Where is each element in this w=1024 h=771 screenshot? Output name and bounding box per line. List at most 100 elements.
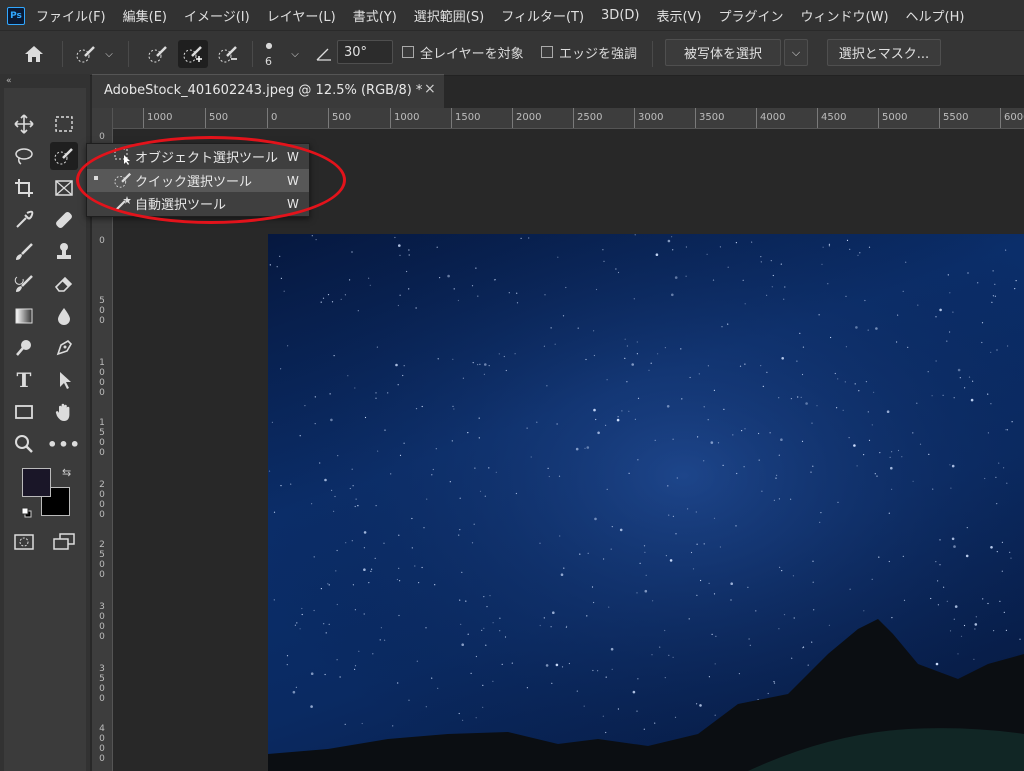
rectangle-tool-icon[interactable] — [10, 398, 38, 426]
star — [675, 533, 677, 535]
tool-preset-chevron-icon[interactable]: ⌵ — [102, 45, 116, 63]
star — [668, 654, 670, 656]
foreground-color-swatch[interactable] — [22, 468, 51, 497]
star — [812, 465, 814, 467]
home-icon[interactable] — [20, 41, 48, 67]
new-selection-icon[interactable] — [143, 40, 173, 68]
star — [352, 584, 354, 586]
star — [579, 553, 581, 555]
collapse-toolbar-icon[interactable]: « — [6, 76, 12, 86]
add-to-selection-icon[interactable] — [178, 40, 208, 68]
star — [333, 510, 335, 512]
select-subject-dropdown-icon[interactable]: ⌵ — [784, 39, 808, 66]
horizontal-ruler[interactable]: 1000 500 0 500 1000 1500 2000 2500 3000 … — [112, 108, 1024, 129]
brush-chevron-icon[interactable]: ⌵ — [288, 45, 302, 63]
move-tool-icon[interactable] — [10, 110, 38, 138]
star — [498, 353, 500, 355]
menu-type[interactable]: 書式(Y) — [353, 6, 397, 25]
marquee-tool-icon[interactable] — [50, 110, 78, 138]
eraser-tool-icon[interactable] — [50, 270, 78, 298]
more-tools-icon[interactable]: ••• — [47, 430, 80, 458]
star — [902, 555, 904, 557]
screen-mode-icon[interactable] — [50, 528, 78, 556]
menu-window[interactable]: ウィンドウ(W) — [801, 6, 889, 25]
star — [539, 542, 541, 544]
history-brush-tool-icon[interactable] — [10, 270, 38, 298]
menu-image[interactable]: イメージ(I) — [184, 6, 250, 25]
angle-input[interactable]: 30° — [337, 40, 393, 64]
star — [964, 387, 966, 389]
enhance-edge-checkbox[interactable] — [541, 46, 553, 58]
menu-help[interactable]: ヘルプ(H) — [906, 6, 965, 25]
star — [556, 423, 558, 425]
star — [1006, 482, 1008, 484]
hand-tool-icon[interactable] — [50, 398, 78, 426]
menu-bar: Ps ファイル(F) 編集(E) イメージ(I) レイヤー(L) 書式(Y) 選… — [0, 0, 1024, 30]
star — [363, 531, 367, 534]
default-colors-icon[interactable] — [21, 507, 32, 518]
star — [320, 301, 322, 303]
star — [905, 261, 907, 263]
star — [697, 436, 699, 438]
swap-colors-icon[interactable]: ⇆ — [62, 466, 71, 479]
star — [481, 629, 483, 631]
menu-3d[interactable]: 3D(D) — [601, 8, 639, 23]
type-tool-icon[interactable]: T — [10, 366, 38, 394]
quick-mask-icon[interactable] — [10, 528, 38, 556]
blur-tool-icon[interactable] — [50, 302, 78, 330]
subtract-from-selection-icon[interactable] — [213, 40, 243, 68]
menu-edit[interactable]: 編集(E) — [123, 6, 167, 25]
star — [935, 360, 937, 362]
star — [960, 635, 963, 637]
star — [644, 551, 646, 553]
pen-tool-icon[interactable] — [50, 334, 78, 362]
crop-tool-icon[interactable] — [10, 174, 38, 202]
menu-filter[interactable]: フィルター(T) — [501, 6, 584, 25]
star — [602, 249, 604, 251]
menu-select[interactable]: 選択範囲(S) — [414, 6, 484, 25]
brush-size-value[interactable]: 6 — [265, 55, 272, 68]
star — [477, 295, 479, 297]
document-image[interactable] — [268, 234, 1024, 771]
menu-view[interactable]: 表示(V) — [656, 6, 701, 25]
gradient-tool-icon[interactable] — [10, 302, 38, 330]
brush-dot-icon[interactable]: ● — [262, 39, 276, 51]
star — [323, 623, 325, 625]
lasso-tool-icon[interactable] — [10, 142, 38, 170]
star — [334, 495, 336, 498]
star — [669, 559, 673, 562]
star — [668, 514, 670, 516]
sample-all-layers-checkbox[interactable] — [402, 46, 414, 58]
clone-stamp-tool-icon[interactable] — [50, 238, 78, 266]
tool-preset-icon[interactable] — [72, 41, 100, 67]
star — [998, 462, 1000, 464]
eyedropper-tool-icon[interactable] — [10, 206, 38, 234]
close-tab-icon[interactable]: × — [424, 81, 436, 97]
frame-tool-icon[interactable] — [50, 174, 78, 202]
document-tab-title[interactable]: AdobeStock_401602243.jpeg @ 12.5% (RGB/8… — [104, 83, 422, 98]
star — [1006, 429, 1009, 431]
menu-layer[interactable]: レイヤー(L) — [267, 6, 336, 25]
select-subject-button[interactable]: 被写体を選択 — [665, 39, 781, 66]
star — [807, 664, 809, 666]
star — [873, 391, 875, 393]
dodge-tool-icon[interactable] — [10, 334, 38, 362]
zoom-tool-icon[interactable] — [10, 430, 38, 458]
star — [992, 295, 995, 297]
menu-plugins[interactable]: プラグイン — [719, 6, 784, 25]
star — [939, 539, 941, 541]
star — [652, 600, 654, 602]
star — [758, 459, 760, 461]
star — [714, 663, 716, 665]
star — [462, 719, 464, 721]
menu-file[interactable]: ファイル(F) — [36, 6, 106, 25]
star — [778, 397, 780, 399]
star — [801, 373, 804, 376]
path-selection-tool-icon[interactable] — [50, 366, 78, 394]
select-and-mask-button[interactable]: 選択とマスク... — [827, 39, 941, 66]
brush-tool-icon[interactable] — [10, 238, 38, 266]
quick-selection-tool-icon[interactable] — [50, 142, 78, 170]
healing-brush-tool-icon[interactable] — [50, 206, 78, 234]
star — [739, 365, 742, 367]
star — [329, 393, 331, 395]
